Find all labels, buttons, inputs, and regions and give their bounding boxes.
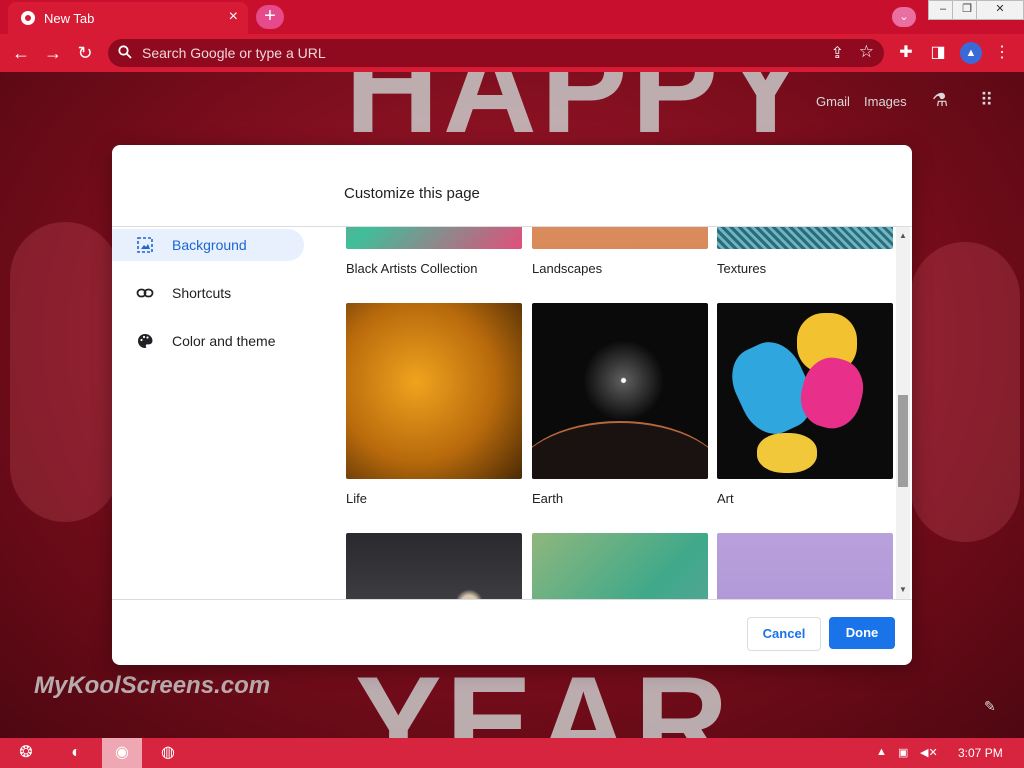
scroll-down-arrow-icon[interactable]: ▼ [896,583,910,597]
cancel-button[interactable]: Cancel [747,617,821,651]
omnibox-placeholder: Search Google or type a URL [142,45,326,61]
divider [112,599,912,600]
collection-tile-geometric[interactable] [532,533,708,599]
collection-label: Art [717,491,734,506]
collection-label: Earth [532,491,564,506]
search-icon [118,45,132,62]
collection-tile-textures[interactable] [717,227,893,249]
extensions-icon[interactable]: ✚ [895,42,917,62]
share-icon[interactable]: ⇪ [831,43,844,63]
forward-icon[interactable]: → [42,42,64,64]
labs-flask-icon[interactable]: ⚗ [932,90,948,111]
scroll-up-arrow-icon[interactable]: ▲ [896,229,910,243]
clock[interactable]: 3:07 PM [958,746,1003,760]
ornament-left [10,222,120,522]
chrome-taskbar-icon[interactable]: ◉ [102,738,142,768]
menu-item-shortcuts[interactable]: Shortcuts [112,277,304,309]
apps-grid-icon[interactable]: ⠿ [980,90,993,111]
taskbar: ❂ ◐ ◉ ◍ ▲ ▣ ◀✕ 3:07 PM [0,738,1024,768]
collection-tile-landscapes[interactable] [532,227,708,249]
palette-icon [138,334,153,348]
volume-muted-icon[interactable]: ◀✕ [920,746,938,759]
gmail-link[interactable]: Gmail [816,94,850,109]
browser-toolbar: ← → ↻ Search Google or type a URL ⇪ ☆ ✚ … [0,34,1024,72]
close-tab-icon[interactable]: × [229,8,238,26]
firefox-icon[interactable]: ◍ [148,738,188,768]
menu-item-label: Color and theme [172,333,276,349]
watermark: MyKoolScreens.com [34,672,271,699]
collection-label: Landscapes [532,261,603,276]
menu-item-background[interactable]: Background [112,229,304,261]
network-icon[interactable]: ▣ [898,746,908,759]
collection-tile-cityscapes[interactable] [346,533,522,599]
tab-strip: New Tab × + ⌄ – ❐ ✕ [0,0,1024,34]
collection-tile-solid-colors[interactable] [717,533,893,599]
back-icon[interactable]: ← [10,42,32,64]
collection-label: Life [346,491,367,506]
collection-tile-art[interactable] [717,303,893,479]
omnibox[interactable]: Search Google or type a URL ⇪ ☆ [108,39,884,67]
tab-search-icon[interactable]: ⌄ [892,7,916,27]
images-link[interactable]: Images [864,94,907,109]
profile-avatar[interactable]: ▲ [960,42,982,64]
collection-label: Textures [717,261,767,276]
reload-icon[interactable]: ↻ [74,42,96,64]
menu-item-label: Background [172,237,247,253]
new-tab-button[interactable]: + [256,5,284,29]
collections-grid: Black Artists Collection Landscapes Text… [346,227,893,599]
bookmark-star-icon[interactable]: ☆ [859,42,874,62]
done-button[interactable]: Done [829,617,895,649]
collection-tile-life[interactable] [346,303,522,479]
collection-tile-earth[interactable] [532,303,708,479]
show-hidden-icons-icon[interactable]: ▲ [876,746,887,758]
menu-item-label: Shortcuts [172,285,232,301]
paint-splash-yellow-2 [757,433,817,473]
collection-tile-black-artists[interactable] [346,227,522,249]
chrome-icon [21,11,35,25]
customize-dialog: Customize this page Background Shortcuts… [112,145,912,665]
scrollbar[interactable]: ▲ ▼ [896,227,910,599]
ornament-right [910,242,1020,542]
window-close-button[interactable]: ✕ [976,0,1024,20]
menu-item-color-and-theme[interactable]: Color and theme [112,325,304,357]
scrollbar-thumb[interactable] [898,395,908,487]
earth-horizon [532,421,708,479]
start-button[interactable]: ❂ [6,738,46,768]
tab-new-tab[interactable]: New Tab × [8,2,248,34]
side-panel-icon[interactable]: ◨ [927,42,949,62]
edge-icon[interactable]: ◐ [56,738,96,768]
image-icon [137,237,153,253]
tab-title: New Tab [44,11,95,26]
dialog-title: Customize this page [344,185,480,202]
link-icon [136,288,154,298]
collection-label: Black Artists Collection [346,261,478,276]
customize-pencil-icon[interactable]: ✎ [984,698,996,715]
menu-kebab-icon[interactable]: ⋮ [991,42,1013,62]
